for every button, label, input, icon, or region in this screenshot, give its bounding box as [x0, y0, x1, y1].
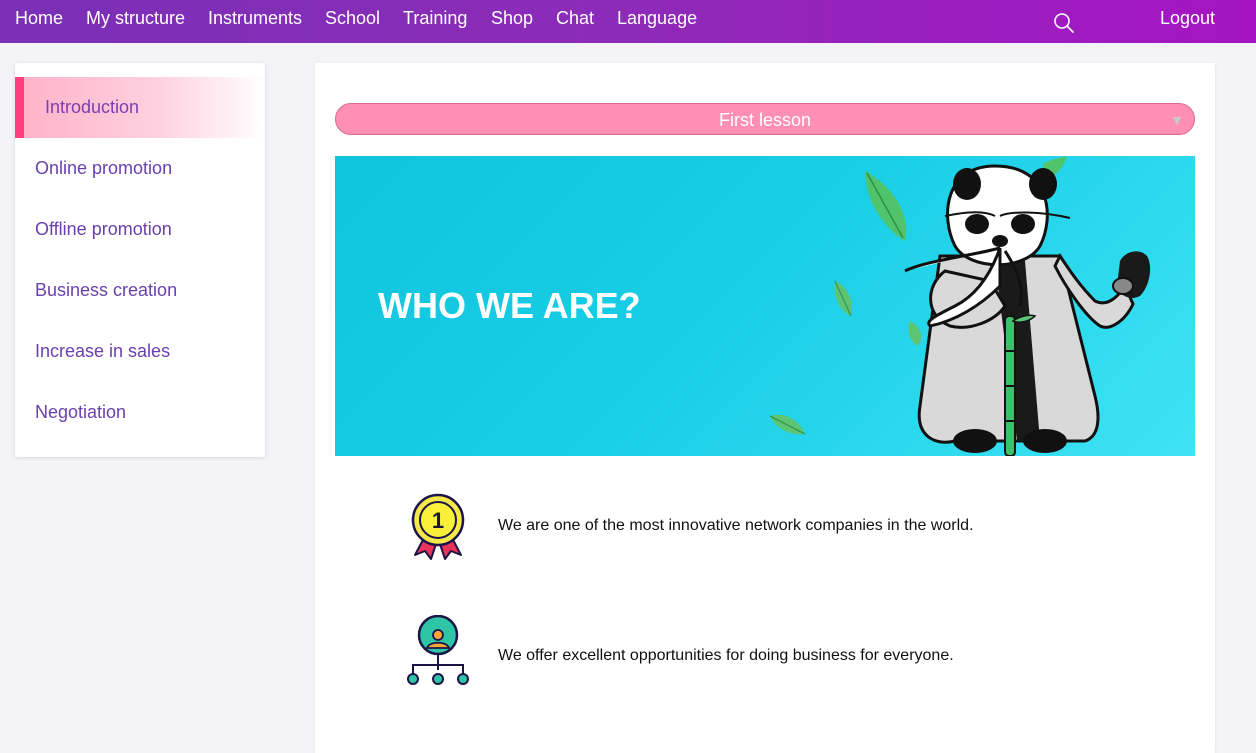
sidebar-item-introduction[interactable]: Introduction	[15, 77, 265, 138]
nav-home[interactable]: Home	[15, 8, 63, 28]
sidebar-item-label: Offline promotion	[35, 219, 172, 239]
panda-illustration	[769, 156, 1151, 456]
feature-text: We offer excellent opportunities for doi…	[498, 647, 954, 664]
feature-row-opportunities: We offer excellent opportunities for doi…	[315, 615, 1215, 695]
medal-icon: 1	[411, 493, 465, 560]
main-content: First lesson ▼ WHO WE ARE? 1 We are one …	[315, 63, 1215, 753]
sidebar-item-label: Online promotion	[35, 158, 173, 178]
sidebar-item-online-promotion[interactable]: Online promotion	[15, 138, 265, 199]
nav-my-structure[interactable]: My structure	[86, 8, 185, 28]
nav-instruments[interactable]: Instruments	[208, 8, 302, 28]
nav-language[interactable]: Language	[617, 8, 697, 28]
sidebar-item-label: Business creation	[35, 280, 178, 300]
search-icon[interactable]	[1053, 12, 1075, 34]
sidebar-item-label: Negotiation	[35, 402, 127, 422]
banner-title: WHO WE ARE?	[378, 285, 641, 326]
sidebar-item-negotiation[interactable]: Negotiation	[15, 382, 265, 443]
nav-shop[interactable]: Shop	[491, 8, 533, 28]
hero-banner: WHO WE ARE?	[335, 156, 1195, 456]
nav-chat[interactable]: Chat	[556, 8, 594, 28]
nav-logout[interactable]: Logout	[1160, 8, 1215, 28]
top-nav-bar: Home My structure Instruments School Tra…	[0, 0, 1256, 43]
sidebar-item-label: Introduction	[45, 97, 140, 117]
sidebar-item-offline-promotion[interactable]: Offline promotion	[15, 199, 265, 260]
nav-school[interactable]: School	[325, 8, 380, 28]
network-icon	[407, 615, 469, 685]
feature-text: We are one of the most innovative networ…	[498, 517, 974, 534]
sidebar-item-increase-in-sales[interactable]: Increase in sales	[15, 321, 265, 382]
lesson-select[interactable]: First lesson ▼	[335, 103, 1195, 135]
feature-row-innovation: 1 We are one of the most innovative netw…	[315, 491, 1215, 571]
nav-training[interactable]: Training	[403, 8, 467, 28]
sidebar-item-label: Increase in sales	[35, 341, 171, 361]
svg-text:1: 1	[432, 508, 444, 533]
sidebar: Introduction Online promotion Offline pr…	[15, 63, 265, 457]
chevron-down-icon: ▼	[1170, 112, 1184, 128]
lesson-select-value: First lesson	[718, 110, 812, 130]
sidebar-item-business-creation[interactable]: Business creation	[15, 260, 265, 321]
